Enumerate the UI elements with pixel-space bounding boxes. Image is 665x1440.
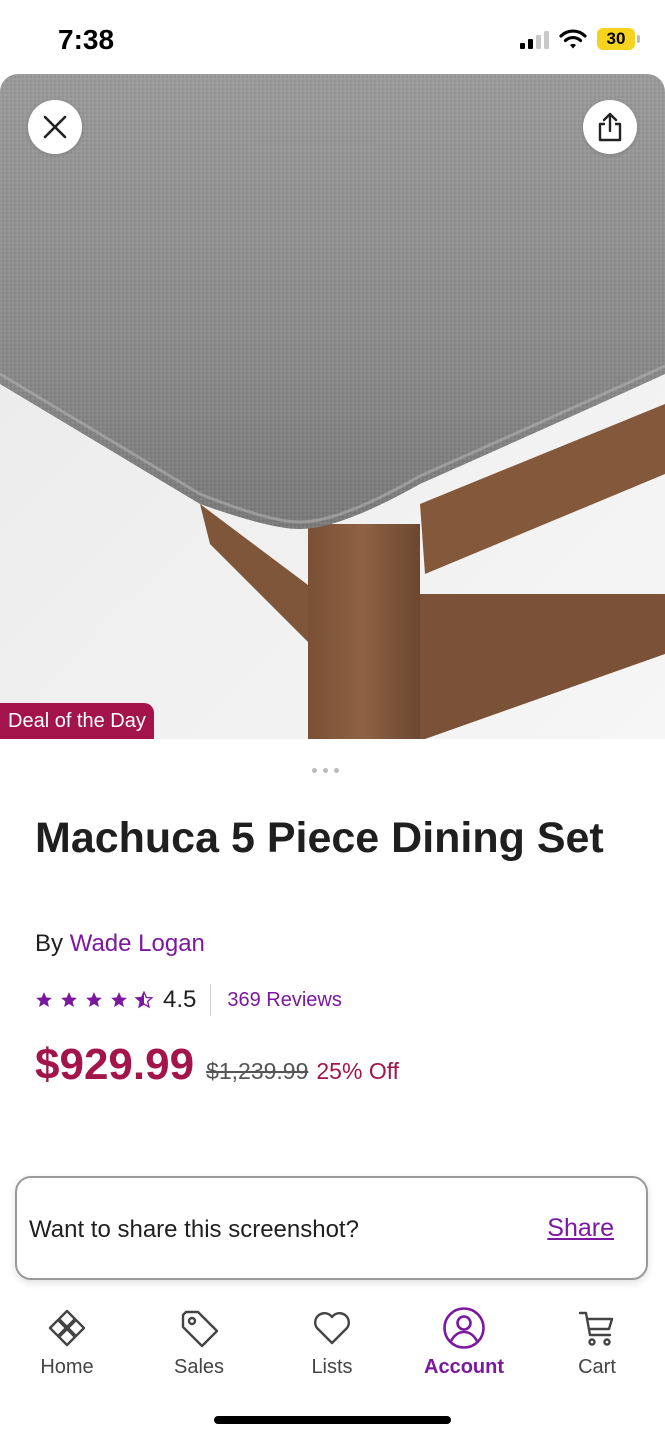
sale-price: $929.99 [35,1040,195,1089]
brand-prefix: By [35,930,64,957]
battery-indicator: 30 [597,28,640,50]
rating-divider [210,984,212,1016]
toast-share-link[interactable]: Share [547,1214,614,1243]
heart-icon [314,1312,350,1345]
home-indicator[interactable] [214,1416,451,1424]
reviews-link[interactable]: 369 Reviews [227,989,342,1012]
product-photo [0,74,665,739]
toast-message: Want to share this screenshot? [29,1216,359,1243]
star-icon [135,991,153,1009]
cellular-signal-icon [520,29,549,49]
status-bar: 7:38 30 [0,0,665,74]
product-title: Machuca 5 Piece Dining Set [35,814,604,862]
discount-label: 25% Off [316,1058,400,1084]
price-row: $929.99 $1,239.99 25% Off [35,1040,399,1090]
brand-link[interactable]: Wade Logan [70,930,205,957]
wifi-icon [559,29,587,49]
tab-lists[interactable]: Lists [277,1306,387,1379]
tab-lists-label: Lists [311,1356,353,1378]
rating-row[interactable]: 4.5 369 Reviews [35,984,342,1016]
home-icon [48,1309,86,1347]
status-time: 7:38 [58,24,115,55]
close-icon [43,115,67,139]
product-image[interactable]: Deal of the Day [0,74,665,739]
share-icon [598,112,622,142]
tab-sales[interactable]: Sales [144,1306,254,1379]
star-icon [111,992,127,1007]
share-screenshot-toast: Want to share this screenshot? Share [15,1176,648,1280]
close-button[interactable] [28,100,82,154]
share-button[interactable] [583,100,637,154]
account-icon [443,1307,485,1349]
tab-home[interactable]: Home [12,1306,122,1379]
tab-cart-label: Cart [578,1356,616,1378]
status-icons: 30 [520,28,640,50]
star-icon [86,992,102,1007]
star-icon [61,992,77,1007]
tab-account-label: Account [424,1356,504,1378]
rating-value: 4.5 [163,986,197,1013]
bottom-tab-bar: Home Sales Lists Account Cart [0,1296,665,1396]
image-carousel-dots[interactable] [312,768,339,773]
original-price: $1,239.99 [206,1058,309,1084]
tab-account[interactable]: Account [409,1306,519,1379]
deal-of-the-day-badge: Deal of the Day [0,703,154,739]
tab-home-label: Home [40,1356,94,1378]
tab-cart[interactable]: Cart [542,1306,652,1379]
star-icon [36,992,52,1007]
cart-icon [578,1311,614,1346]
tab-sales-label: Sales [173,1356,225,1378]
star-rating [35,991,153,1009]
tag-icon [181,1310,219,1348]
brand-line: By Wade Logan [35,930,205,958]
